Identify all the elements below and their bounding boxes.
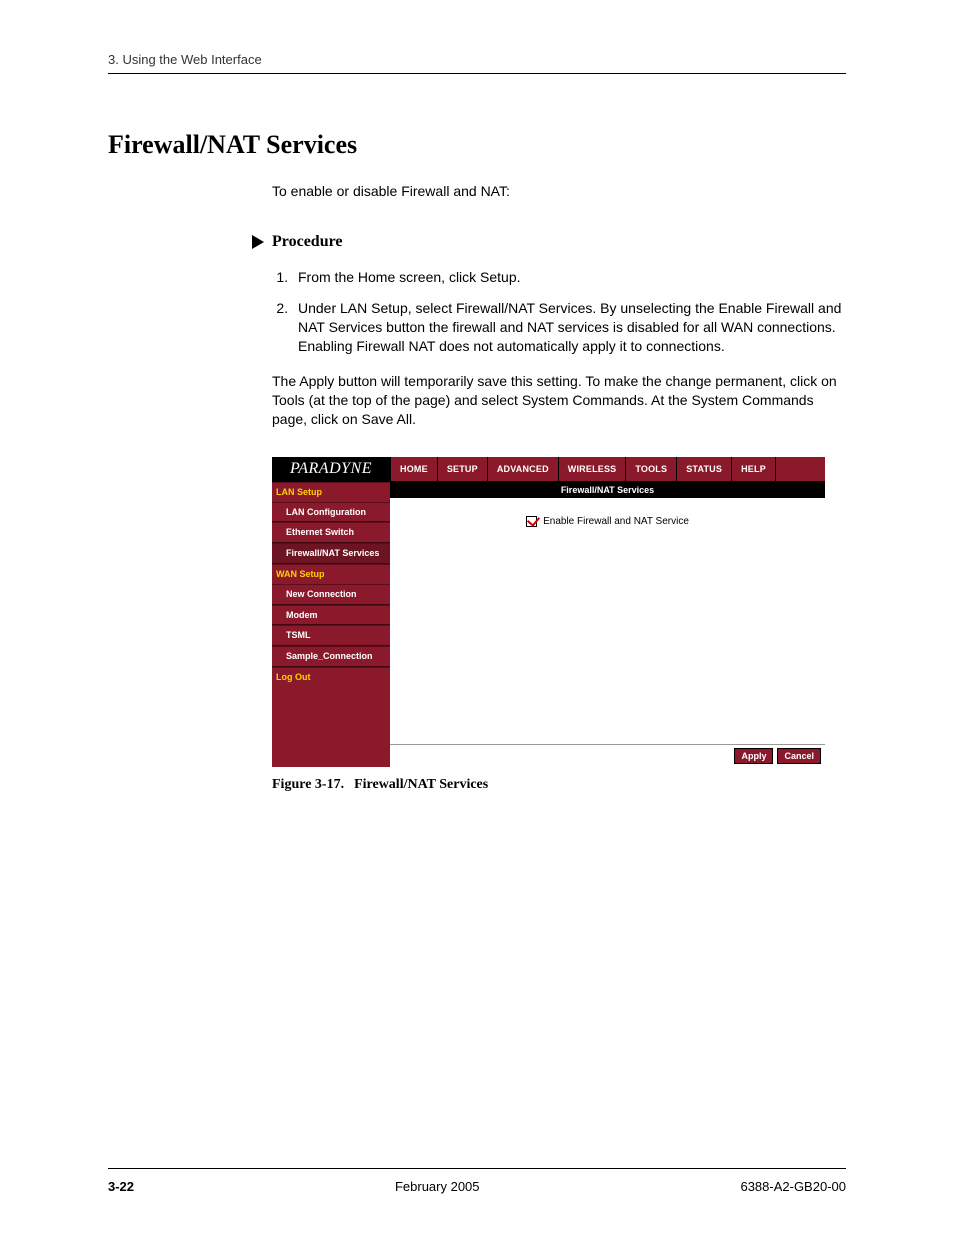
procedure-heading: Procedure bbox=[252, 231, 846, 253]
sidebar-item-logout[interactable]: Log Out bbox=[272, 667, 390, 687]
content-panel: Enable Firewall and NAT Service bbox=[390, 498, 825, 744]
triangle-icon bbox=[252, 235, 264, 249]
sidebar-item-tsml[interactable]: TSML bbox=[272, 625, 390, 646]
tab-home[interactable]: HOME bbox=[390, 457, 437, 481]
cancel-button[interactable]: Cancel bbox=[777, 748, 821, 764]
procedure-label: Procedure bbox=[272, 231, 343, 253]
sidebar-item-modem[interactable]: Modem bbox=[272, 605, 390, 626]
footer-date: February 2005 bbox=[395, 1179, 480, 1194]
content-title-bar: Firewall/NAT Services bbox=[390, 482, 825, 498]
tab-advanced[interactable]: ADVANCED bbox=[487, 457, 558, 481]
procedure-steps: From the Home screen, click Setup. Under… bbox=[292, 268, 846, 356]
sidebar-item-lan-config[interactable]: LAN Configuration bbox=[272, 502, 390, 523]
sidebar-item-sample-connection[interactable]: Sample_Connection bbox=[272, 646, 390, 667]
figure-title: Firewall/NAT Services bbox=[354, 777, 488, 792]
footer-doc-id: 6388-A2-GB20-00 bbox=[740, 1179, 846, 1194]
step-1: From the Home screen, click Setup. bbox=[292, 268, 846, 287]
enable-firewall-checkbox[interactable] bbox=[526, 516, 537, 527]
tab-help[interactable]: HELP bbox=[731, 457, 775, 481]
sidebar-header-lan: LAN Setup bbox=[272, 482, 390, 502]
page-title: Firewall/NAT Services bbox=[108, 130, 846, 160]
sidebar-item-new-connection[interactable]: New Connection bbox=[272, 584, 390, 605]
page-footer: 3-22 February 2005 6388-A2-GB20-00 bbox=[108, 1168, 846, 1194]
enable-firewall-label: Enable Firewall and NAT Service bbox=[543, 516, 689, 527]
router-ui-screenshot: PARADYNE HOME SETUP ADVANCED WIRELESS TO… bbox=[272, 457, 825, 767]
page-number: 3-22 bbox=[108, 1179, 134, 1194]
apply-button[interactable]: Apply bbox=[734, 748, 773, 764]
figure-number: Figure 3-17. bbox=[272, 777, 344, 792]
tab-wireless[interactable]: WIRELESS bbox=[558, 457, 626, 481]
sidebar-item-ethernet-switch[interactable]: Ethernet Switch bbox=[272, 522, 390, 543]
brand-logo: PARADYNE bbox=[272, 457, 390, 481]
apply-note: The Apply button will temporarily save t… bbox=[272, 372, 846, 429]
sidebar-header-wan: WAN Setup bbox=[272, 564, 390, 584]
sidebar-item-firewall-nat[interactable]: Firewall/NAT Services bbox=[272, 543, 390, 564]
intro-text: To enable or disable Firewall and NAT: bbox=[272, 182, 846, 201]
figure-caption: Figure 3-17. Firewall/NAT Services bbox=[272, 777, 846, 793]
nav-filler bbox=[775, 457, 825, 481]
tab-setup[interactable]: SETUP bbox=[437, 457, 487, 481]
step-2: Under LAN Setup, select Firewall/NAT Ser… bbox=[292, 299, 846, 356]
sidebar: LAN Setup LAN Configuration Ethernet Swi… bbox=[272, 482, 390, 767]
tab-tools[interactable]: TOOLS bbox=[625, 457, 676, 481]
top-nav: HOME SETUP ADVANCED WIRELESS TOOLS STATU… bbox=[390, 457, 825, 481]
running-header: 3. Using the Web Interface bbox=[108, 52, 846, 74]
tab-status[interactable]: STATUS bbox=[676, 457, 731, 481]
